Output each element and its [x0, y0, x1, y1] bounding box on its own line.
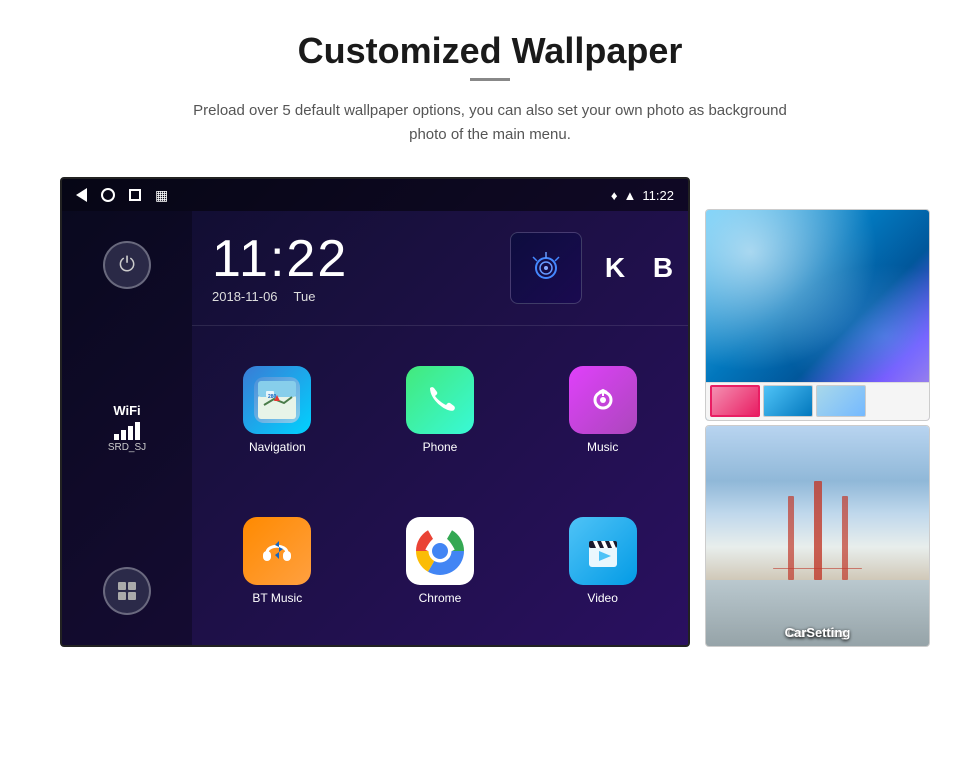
- music-icon-svg: [585, 382, 621, 418]
- location-icon: ♦: [611, 188, 618, 203]
- wifi-label: WiFi: [108, 403, 146, 418]
- app-item-chrome[interactable]: Chrome: [359, 486, 522, 638]
- status-time: 11:22: [642, 188, 674, 203]
- video-label: Video: [587, 591, 617, 605]
- b-label: B: [653, 252, 673, 284]
- time-row: 11:22 2018-11-06 Tue: [192, 211, 688, 326]
- music-label: Music: [587, 440, 618, 454]
- power-button[interactable]: ⏻: [103, 241, 151, 289]
- chrome-icon: [406, 517, 474, 585]
- carsetting-text: CarSetting: [706, 625, 929, 640]
- app-item-btmusic[interactable]: BT Music: [196, 486, 359, 638]
- mini-wallpaper-3[interactable]: [816, 385, 866, 417]
- time-date-block: 11:22 2018-11-06 Tue: [202, 233, 500, 304]
- wifi-bar-4: [135, 422, 140, 440]
- wallpaper-thumbnails: CarSetting CarSetting: [705, 209, 930, 647]
- clock-date: 2018-11-06 Tue: [212, 289, 500, 304]
- android-screen: ▦ ♦ ▲ 11:22 ⏻ WiFi: [60, 177, 690, 647]
- apps-grid-button[interactable]: [103, 567, 151, 615]
- grid-icon: [116, 580, 138, 602]
- clock-day: Tue: [294, 289, 316, 304]
- status-bar-left: ▦: [76, 187, 168, 204]
- video-icon-svg: [583, 531, 623, 571]
- phone-label: Phone: [423, 440, 458, 454]
- navigation-icon: 280: [243, 366, 311, 434]
- home-icon[interactable]: [101, 188, 115, 202]
- btmusic-label: BT Music: [252, 591, 302, 605]
- wifi-bar-2: [121, 430, 126, 440]
- maps-icon-svg: 280: [254, 377, 300, 423]
- b-icon-widget[interactable]: B: [648, 243, 678, 293]
- app-item-navigation[interactable]: 280 Navigation: [196, 334, 359, 486]
- recents-icon[interactable]: [129, 189, 141, 201]
- chrome-icon-svg: [414, 525, 466, 577]
- wifi-widget: WiFi SRD_SJ: [108, 403, 146, 453]
- k-label: K: [605, 252, 625, 284]
- title-divider: [470, 78, 510, 81]
- navigation-label: Navigation: [249, 440, 306, 454]
- app-item-video[interactable]: Video: [521, 486, 684, 638]
- clock-time: 11:22: [212, 233, 500, 285]
- power-icon: ⏻: [119, 254, 135, 277]
- left-sidebar: ⏻ WiFi SRD_SJ: [62, 211, 192, 645]
- main-content: ⏻ WiFi SRD_SJ: [62, 211, 688, 645]
- wifi-bar-1: [114, 434, 119, 440]
- center-area: 11:22 2018-11-06 Tue: [192, 211, 688, 645]
- app-item-music[interactable]: Music: [521, 334, 684, 486]
- video-icon: [569, 517, 637, 585]
- music-icon: [569, 366, 637, 434]
- chrome-label: Chrome: [419, 591, 462, 605]
- btmusic-icon: [243, 517, 311, 585]
- phone-icon: [406, 366, 474, 434]
- screenshot-icon[interactable]: ▦: [155, 187, 168, 204]
- back-icon[interactable]: [76, 188, 87, 202]
- status-bar-right: ♦ ▲ 11:22: [611, 188, 674, 203]
- phone-icon-svg: [422, 382, 458, 418]
- wifi-ssid: SRD_SJ: [108, 442, 146, 453]
- wallpaper-bridge-thumb[interactable]: CarSetting CarSetting: [705, 425, 930, 647]
- wallpaper-ice-thumb[interactable]: [705, 209, 930, 421]
- btmusic-icon-svg: [257, 531, 297, 571]
- app-grid: 280 Navigation: [192, 326, 688, 645]
- app-item-phone[interactable]: Phone: [359, 334, 522, 486]
- page-title: Customized Wallpaper: [298, 30, 683, 72]
- mini-wallpaper-1[interactable]: [710, 385, 760, 417]
- wifi-signal-icon: ▲: [624, 188, 637, 203]
- mini-wallpaper-2[interactable]: [763, 385, 813, 417]
- k-icon-widget[interactable]: K: [590, 243, 640, 293]
- clock-date-value: 2018-11-06: [212, 289, 278, 304]
- device-wrapper: ▦ ♦ ▲ 11:22 ⏻ WiFi: [60, 177, 920, 647]
- antenna-widget[interactable]: [510, 232, 582, 304]
- antenna-icon: [528, 250, 564, 286]
- page-subtitle: Preload over 5 default wallpaper options…: [180, 99, 800, 147]
- time-row-right: K B: [510, 232, 678, 304]
- wifi-bar-3: [128, 426, 133, 440]
- status-bar: ▦ ♦ ▲ 11:22: [62, 179, 688, 211]
- wifi-bars: [108, 422, 146, 440]
